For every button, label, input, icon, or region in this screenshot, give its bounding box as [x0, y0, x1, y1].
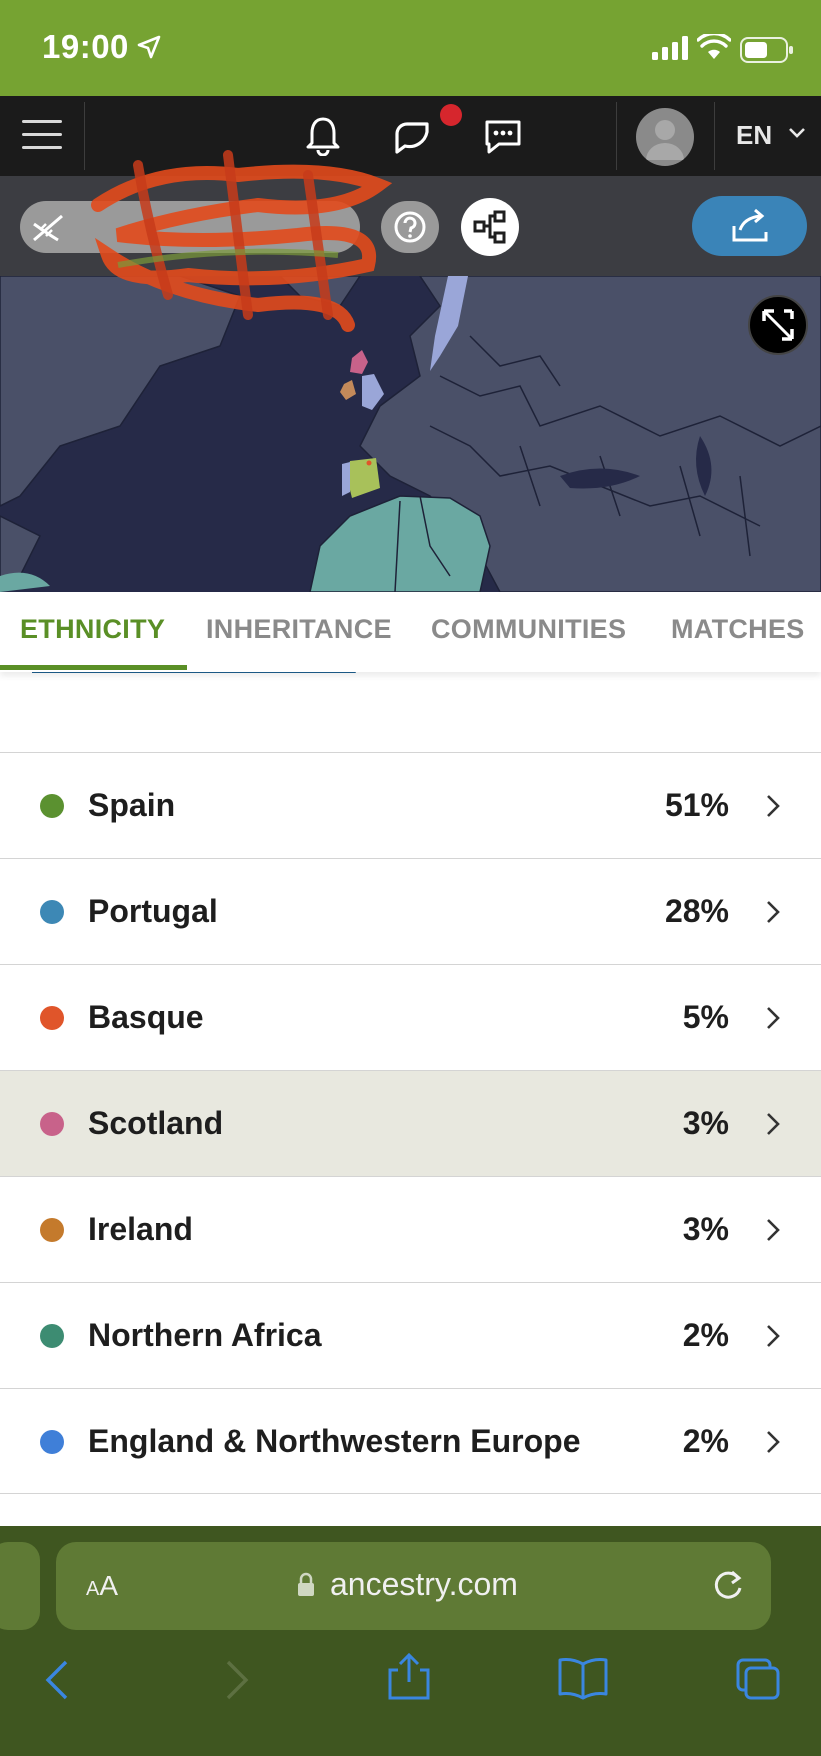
region-color-dot [40, 1324, 64, 1348]
tab-communities[interactable]: COMMUNITIES [431, 614, 626, 645]
region-percent: 3% [682, 1211, 729, 1247]
dna-icon [28, 210, 68, 251]
chevron-right-icon [763, 899, 783, 930]
bookmarks-book-icon[interactable] [556, 1656, 610, 1705]
battery-icon [740, 37, 794, 68]
region-row-basque[interactable]: Basque 5% [0, 964, 821, 1070]
tab-ethnicity[interactable]: ETHNICITY [20, 614, 165, 645]
redaction-scribble [91, 150, 393, 332]
region-percent: 2% [682, 1423, 729, 1459]
address-bar[interactable]: AA ancestry.com [56, 1542, 771, 1630]
region-row-spain[interactable]: Spain 51% [0, 752, 821, 858]
chevron-right-icon [763, 1005, 783, 1036]
tabs-overview-icon[interactable] [734, 1656, 782, 1707]
region-name: England & Northwestern Europe [88, 1423, 581, 1459]
region-row-portugal[interactable]: Portugal 28% [0, 858, 821, 964]
location-arrow-icon [136, 34, 162, 65]
region-name: Northern Africa [88, 1317, 322, 1353]
previous-tab-preview[interactable] [0, 1542, 40, 1630]
region-name: Spain [88, 787, 176, 823]
hints-chat-icon[interactable] [393, 118, 433, 163]
lock-icon [296, 1572, 316, 1603]
expand-map-button[interactable] [748, 295, 808, 355]
region-color-dot [40, 794, 64, 818]
region-name: Portugal [88, 893, 218, 929]
forward-arrow-icon[interactable] [222, 1658, 252, 1707]
region-percent: 3% [682, 1105, 729, 1141]
tab-bar: ETHNICITY INHERITANCE COMMUNITIES MATCHE… [0, 592, 821, 672]
text-size-button[interactable]: AA [86, 1570, 118, 1602]
chevron-right-icon [763, 1217, 783, 1248]
region-percent: 28% [664, 893, 729, 929]
family-tree-button[interactable] [461, 198, 519, 256]
notification-dot [440, 104, 462, 126]
url-text: ancestry.com [330, 1566, 518, 1602]
status-time: 19:00 [42, 28, 129, 65]
region-row-scotland[interactable]: Scotland 3% [0, 1070, 821, 1176]
avatar[interactable] [636, 108, 694, 166]
messages-icon[interactable] [483, 118, 523, 161]
ethnicity-region-list: Spain 51% Portugal 28% Basque 5% Scotlan… [0, 752, 821, 1494]
menu-button[interactable] [22, 120, 62, 152]
region-color-dot [40, 900, 64, 924]
header-divider [616, 102, 617, 170]
region-row-ireland[interactable]: Ireland 3% [0, 1176, 821, 1282]
share-button[interactable] [692, 196, 807, 256]
region-color-dot [40, 1006, 64, 1030]
back-arrow-icon[interactable] [42, 1658, 72, 1707]
region-row-england-northwestern-europe[interactable]: England & Northwestern Europe 2% [0, 1388, 821, 1494]
region-percent: 5% [682, 999, 729, 1035]
tab-matches[interactable]: MATCHES [671, 614, 805, 645]
region-name: Basque [88, 999, 204, 1035]
wifi-icon [696, 31, 732, 65]
share-sheet-icon[interactable] [386, 1652, 432, 1707]
chevron-right-icon [763, 1111, 783, 1142]
language-selector[interactable]: EN [736, 120, 772, 151]
cellular-signal-icon [652, 36, 690, 65]
region-percent: 2% [682, 1317, 729, 1353]
chevron-down-icon[interactable] [788, 126, 806, 144]
region-name: Ireland [88, 1211, 193, 1247]
tab-inheritance[interactable]: INHERITANCE [206, 614, 392, 645]
chevron-right-icon [763, 1429, 783, 1460]
region-color-dot [40, 1218, 64, 1242]
browser-toolbar: AA ancestry.com [0, 1526, 821, 1756]
status-bar: 19:00 [0, 0, 821, 96]
chevron-right-icon [763, 1323, 783, 1354]
region-name: Scotland [88, 1105, 224, 1141]
text-size-large-letter: A [99, 1570, 119, 1601]
header-divider [714, 102, 715, 170]
region-row-northern-africa[interactable]: Northern Africa 2% [0, 1282, 821, 1388]
region-color-dot [40, 1112, 64, 1136]
reload-icon[interactable] [710, 1566, 746, 1609]
chevron-right-icon [763, 793, 783, 824]
active-tab-indicator [0, 665, 187, 670]
region-percent: 51% [664, 787, 729, 823]
text-size-small-letter: A [86, 1578, 100, 1600]
region-color-dot [40, 1430, 64, 1454]
